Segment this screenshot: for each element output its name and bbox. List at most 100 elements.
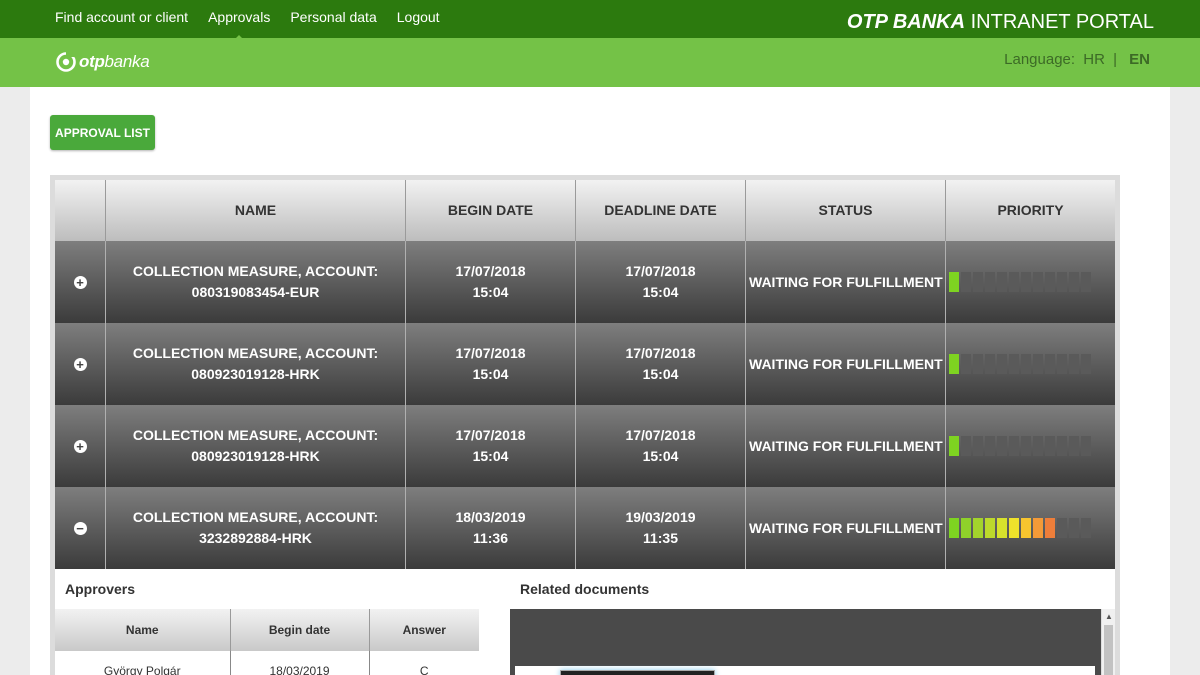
header-deadline-date[interactable]: DEADLINE DATE <box>575 180 745 241</box>
priority-segment <box>1021 436 1031 456</box>
priority-segment <box>973 436 983 456</box>
header-name[interactable]: NAME <box>105 180 405 241</box>
logo-text: otpbanka <box>79 51 150 73</box>
row-begin-date: 18/03/2019 <box>455 509 526 525</box>
approvers-table: Name Begin date Answer György Polgár 18/… <box>55 609 479 675</box>
nav-find-account[interactable]: Find account or client <box>45 0 198 38</box>
row-priority-cell <box>945 323 1115 405</box>
approver-answer: C <box>368 651 479 675</box>
priority-segment <box>1033 436 1043 456</box>
row-name-line2: 080923019128-HRK <box>191 366 320 382</box>
table-row[interactable]: − COLLECTION MEASURE, ACCOUNT: 3232892884-… <box>55 487 1115 569</box>
expand-icon[interactable]: + <box>73 357 87 371</box>
nav-approvals[interactable]: Approvals <box>198 0 280 42</box>
priority-segment <box>1033 518 1043 538</box>
expand-icon[interactable]: + <box>73 439 87 453</box>
language-en[interactable]: EN <box>1129 51 1150 68</box>
nav-personal-data[interactable]: Personal data <box>280 0 386 38</box>
logo-text-rest: banka <box>104 52 150 71</box>
priority-segment <box>1069 354 1079 374</box>
table-row[interactable]: + COLLECTION MEASURE, ACCOUNT: 08031908345… <box>55 241 1115 323</box>
brand-bar: otpbanka Language: HR | EN <box>0 38 1200 87</box>
row-begin-date-cell: 17/07/2018 15:04 <box>405 405 575 487</box>
header-begin-date[interactable]: BEGIN DATE <box>405 180 575 241</box>
priority-segment <box>1045 436 1055 456</box>
collapse-icon[interactable]: − <box>73 521 87 535</box>
nav-logout[interactable]: Logout <box>387 0 450 38</box>
table-row[interactable]: + COLLECTION MEASURE, ACCOUNT: 08092301912… <box>55 405 1115 487</box>
priority-segment <box>1021 272 1031 292</box>
priority-segment <box>961 518 971 538</box>
portal-title: OTP BANKA INTRANET PORTAL <box>847 10 1154 34</box>
related-documents-title: Related documents <box>520 581 650 597</box>
priority-segment <box>1045 518 1055 538</box>
priority-segment <box>1081 436 1091 456</box>
priority-segment <box>961 436 971 456</box>
row-deadline-time: 11:35 <box>642 530 679 546</box>
row-deadline-time: 15:04 <box>642 448 679 464</box>
row-status: WAITING FOR FULFILLMENT <box>745 405 945 487</box>
table-row[interactable]: + COLLECTION MEASURE, ACCOUNT: 08092301912… <box>55 323 1115 405</box>
row-begin-date: 17/07/2018 <box>455 427 526 443</box>
scroll-up-arrow-icon[interactable]: ▲ <box>1105 612 1113 621</box>
header-priority[interactable]: PRIORITY <box>945 180 1115 241</box>
row-deadline-cell: 17/07/2018 15:04 <box>575 241 745 323</box>
priority-bar <box>949 436 1091 456</box>
row-name-cell: COLLECTION MEASURE, ACCOUNT: 3232892884-H… <box>105 487 405 569</box>
priority-segment <box>973 518 983 538</box>
row-begin-time: 15:04 <box>472 448 509 464</box>
row-deadline-date: 17/07/2018 <box>625 263 696 279</box>
row-deadline-cell: 19/03/2019 11:35 <box>575 487 745 569</box>
row-name-line1: COLLECTION MEASURE, ACCOUNT: <box>132 509 379 525</box>
header-status[interactable]: STATUS <box>745 180 945 241</box>
priority-segment <box>1069 436 1079 456</box>
header-toggle-column <box>55 180 105 241</box>
priority-segment <box>973 272 983 292</box>
main-content: APPROVAL LIST NAME BEGIN DATE DEADLINE D… <box>30 87 1170 675</box>
priority-segment <box>949 354 959 374</box>
priority-segment <box>1045 272 1055 292</box>
document-viewer[interactable]: ▲ <box>510 609 1115 675</box>
otp-banka-logo: otpbanka <box>56 51 150 73</box>
row-toggle-cell: + <box>55 241 105 323</box>
priority-segment <box>949 518 959 538</box>
row-name-line2: 080319083454-EUR <box>191 284 320 300</box>
row-name-line1: COLLECTION MEASURE, ACCOUNT: <box>132 263 379 279</box>
portal-title-text: INTRANET PORTAL <box>970 11 1154 33</box>
language-switcher: Language: HR | EN <box>1000 50 1150 70</box>
priority-segment <box>1069 518 1079 538</box>
row-name-line1: COLLECTION MEASURE, ACCOUNT: <box>132 427 379 443</box>
main-nav: Find account or client Approvals Persona… <box>45 0 450 42</box>
document-page <box>515 666 1095 675</box>
row-name-cell: COLLECTION MEASURE, ACCOUNT: 080923019128… <box>105 405 405 487</box>
row-priority-cell <box>945 405 1115 487</box>
row-begin-date: 17/07/2018 <box>455 345 526 361</box>
priority-segment <box>1057 518 1067 538</box>
row-deadline-date: 19/03/2019 <box>625 509 696 525</box>
table-header: NAME BEGIN DATE DEADLINE DATE STATUS PRI… <box>55 180 1115 241</box>
row-begin-time: 11:36 <box>472 530 509 546</box>
row-begin-time: 15:04 <box>472 366 509 382</box>
priority-bar <box>949 518 1091 538</box>
document-scrollbar[interactable]: ▲ <box>1101 609 1115 675</box>
document-thumbnail[interactable] <box>560 670 715 675</box>
row-toggle-cell: − <box>55 487 105 569</box>
approver-begin-date: 18/03/2019 <box>229 651 369 675</box>
language-hr[interactable]: HR <box>1083 51 1105 68</box>
priority-segment <box>985 354 995 374</box>
expand-icon[interactable]: + <box>73 275 87 289</box>
priority-segment <box>1057 354 1067 374</box>
row-begin-date-cell: 18/03/2019 11:36 <box>405 487 575 569</box>
priority-segment <box>973 354 983 374</box>
priority-segment <box>997 272 1007 292</box>
scrollbar-thumb[interactable] <box>1104 625 1113 675</box>
priority-bar <box>949 354 1091 374</box>
row-name-line2: 3232892884-HRK <box>199 530 312 546</box>
otp-logo-icon <box>56 52 76 72</box>
approvers-header-answer: Answer <box>368 609 479 651</box>
priority-segment <box>1009 354 1019 374</box>
priority-segment <box>1033 354 1043 374</box>
row-toggle-cell: + <box>55 323 105 405</box>
priority-segment <box>1009 436 1019 456</box>
approval-list-button[interactable]: APPROVAL LIST <box>50 115 155 150</box>
